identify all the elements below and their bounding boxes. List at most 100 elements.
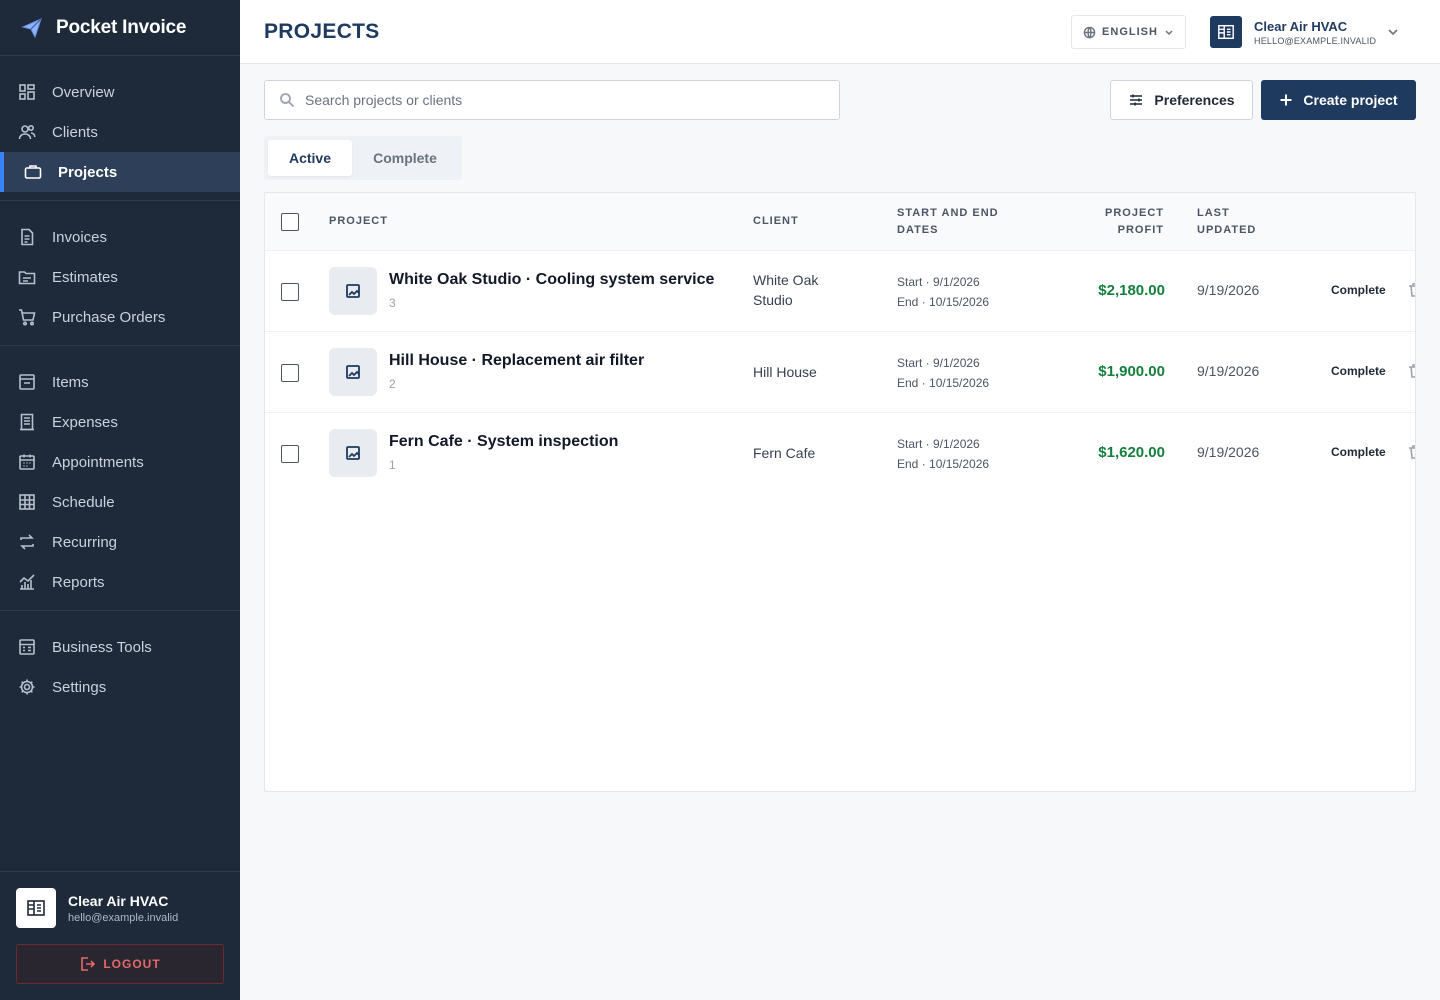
sidebar-item-items[interactable]: Items <box>0 362 240 402</box>
estimate-icon <box>18 268 36 286</box>
project-profit: $2,180.00 <box>1098 282 1165 299</box>
client-name: Hill House <box>753 362 863 382</box>
sliders-icon <box>1130 94 1143 106</box>
table-row[interactable]: Hill House · Replacement air filter 2 Hi… <box>265 332 1415 413</box>
nav-group-billing: Invoices Estimates Purchase Orders <box>0 201 240 346</box>
client-name-line1: White Oak <box>753 272 819 288</box>
client-name: Fern Cafe <box>753 443 863 463</box>
account-name: Clear Air HVAC <box>68 892 169 909</box>
table-header: PROJECT CLIENT START AND END DATES PROJE… <box>265 193 1415 251</box>
nav-group-tools: Business Tools Settings <box>0 611 240 715</box>
end-date: End · 10/15/2026 <box>897 295 990 309</box>
tab-complete[interactable]: Complete <box>352 140 458 176</box>
delete-button[interactable] <box>1407 282 1415 298</box>
overview-icon <box>18 83 36 101</box>
create-project-label: Create project <box>1303 92 1398 108</box>
last-updated: 9/19/2026 <box>1197 363 1260 379</box>
sidebar-item-invoices[interactable]: Invoices <box>0 217 240 257</box>
create-project-button[interactable]: Create project <box>1261 80 1416 120</box>
sidebar-item-estimates[interactable]: Estimates <box>0 257 240 297</box>
column-header-updated-line1: LAST <box>1197 207 1230 219</box>
project-thumbnail <box>329 348 377 396</box>
sidebar-item-label: Recurring <box>52 533 118 551</box>
account-menu[interactable]: Clear Air HVAC HELLO@EXAMPLE.INVALID <box>1210 15 1410 49</box>
project-name[interactable]: Hill House · Replacement air filter <box>389 352 644 370</box>
sidebar-item-projects[interactable]: Projects <box>0 152 240 192</box>
calendar-icon <box>18 453 36 471</box>
language-label: ENGLISH <box>1102 26 1158 38</box>
project-thumbnail <box>329 429 377 477</box>
sidebar-item-label: Invoices <box>52 228 108 246</box>
search-icon <box>280 93 295 108</box>
preferences-button[interactable]: Preferences <box>1110 80 1253 120</box>
gear-icon <box>18 678 36 696</box>
sidebar-item-settings[interactable]: Settings <box>0 667 240 707</box>
start-date: Start · 9/1/2026 <box>897 437 980 451</box>
column-header-client[interactable]: CLIENT <box>753 213 799 230</box>
paper-plane-icon <box>21 17 42 38</box>
row-checkbox[interactable] <box>281 364 299 382</box>
sidebar-account-card[interactable]: Clear Air HVAC hello@example.invalid <box>16 888 224 928</box>
preferences-label: Preferences <box>1154 92 1235 108</box>
column-header-profit[interactable]: PROJECT PROFIT <box>1105 205 1164 239</box>
tools-icon <box>18 638 36 656</box>
brand-name: Pocket Invoice <box>56 16 187 38</box>
sidebar-item-purchase-orders[interactable]: Purchase Orders <box>0 297 240 337</box>
table-row[interactable]: White Oak Studio · Cooling system servic… <box>265 251 1415 332</box>
image-icon <box>346 446 360 460</box>
sidebar-item-recurring[interactable]: Recurring <box>0 522 240 562</box>
mark-complete-button[interactable]: Complete <box>1331 283 1386 297</box>
column-header-project[interactable]: PROJECT <box>329 213 388 230</box>
sidebar-item-business-tools[interactable]: Business Tools <box>0 627 240 667</box>
logout-label: LOGOUT <box>103 957 161 971</box>
tab-active[interactable]: Active <box>268 140 352 176</box>
search-input[interactable] <box>305 92 805 108</box>
mark-complete-button[interactable]: Complete <box>1331 364 1386 378</box>
sidebar: Pocket Invoice Overview Clients Projects… <box>0 0 240 1000</box>
table-row[interactable]: Fern Cafe · System inspection 1 Fern Caf… <box>265 413 1415 494</box>
sidebar-item-appointments[interactable]: Appointments <box>0 442 240 482</box>
project-item-count: 1 <box>389 458 396 472</box>
sidebar-item-expenses[interactable]: Expenses <box>0 402 240 442</box>
row-checkbox[interactable] <box>281 283 299 301</box>
account-name: Clear Air HVAC <box>1254 18 1348 34</box>
page-title: PROJECTS <box>264 20 380 43</box>
language-select[interactable]: ENGLISH <box>1071 15 1186 49</box>
brand[interactable]: Pocket Invoice <box>0 0 240 56</box>
sidebar-item-label: Projects <box>58 163 118 181</box>
chevron-down-icon <box>1388 29 1398 36</box>
sidebar-item-schedule[interactable]: Schedule <box>0 482 240 522</box>
top-header: PROJECTS ENGLISH Clear Air HVAC HELLO@EX… <box>240 0 1440 64</box>
select-all-checkbox[interactable] <box>281 213 299 231</box>
project-item-count: 3 <box>389 296 396 310</box>
trash-icon <box>1409 445 1415 459</box>
mark-complete-button[interactable]: Complete <box>1331 445 1386 459</box>
sidebar-item-label: Overview <box>52 83 115 101</box>
row-checkbox[interactable] <box>281 445 299 463</box>
globe-icon <box>1083 26 1096 38</box>
status-tabs: Active Complete <box>264 136 462 180</box>
sidebar-item-overview[interactable]: Overview <box>0 72 240 112</box>
project-name[interactable]: Fern Cafe · System inspection <box>389 433 618 451</box>
schedule-icon <box>18 493 36 511</box>
sidebar-item-label: Business Tools <box>52 638 152 656</box>
end-date: End · 10/15/2026 <box>897 376 990 390</box>
project-profit: $1,900.00 <box>1098 363 1165 380</box>
delete-button[interactable] <box>1407 444 1415 460</box>
start-date: Start · 9/1/2026 <box>897 356 980 370</box>
column-header-dates[interactable]: START AND END DATES <box>897 205 999 239</box>
last-updated: 9/19/2026 <box>1197 282 1260 298</box>
search-field[interactable] <box>264 80 840 120</box>
project-name[interactable]: White Oak Studio · Cooling system servic… <box>389 271 714 289</box>
sidebar-item-reports[interactable]: Reports <box>0 562 240 602</box>
logout-button[interactable]: LOGOUT <box>16 944 224 984</box>
sidebar-item-label: Expenses <box>52 413 118 431</box>
column-header-updated[interactable]: LAST UPDATED <box>1197 205 1256 239</box>
sidebar-item-clients[interactable]: Clients <box>0 112 240 152</box>
project-thumbnail <box>329 267 377 315</box>
sidebar-item-label: Reports <box>52 573 105 591</box>
delete-button[interactable] <box>1407 363 1415 379</box>
company-logo <box>1210 16 1242 48</box>
chevron-down-icon <box>1165 30 1173 36</box>
logout-icon <box>81 957 96 971</box>
